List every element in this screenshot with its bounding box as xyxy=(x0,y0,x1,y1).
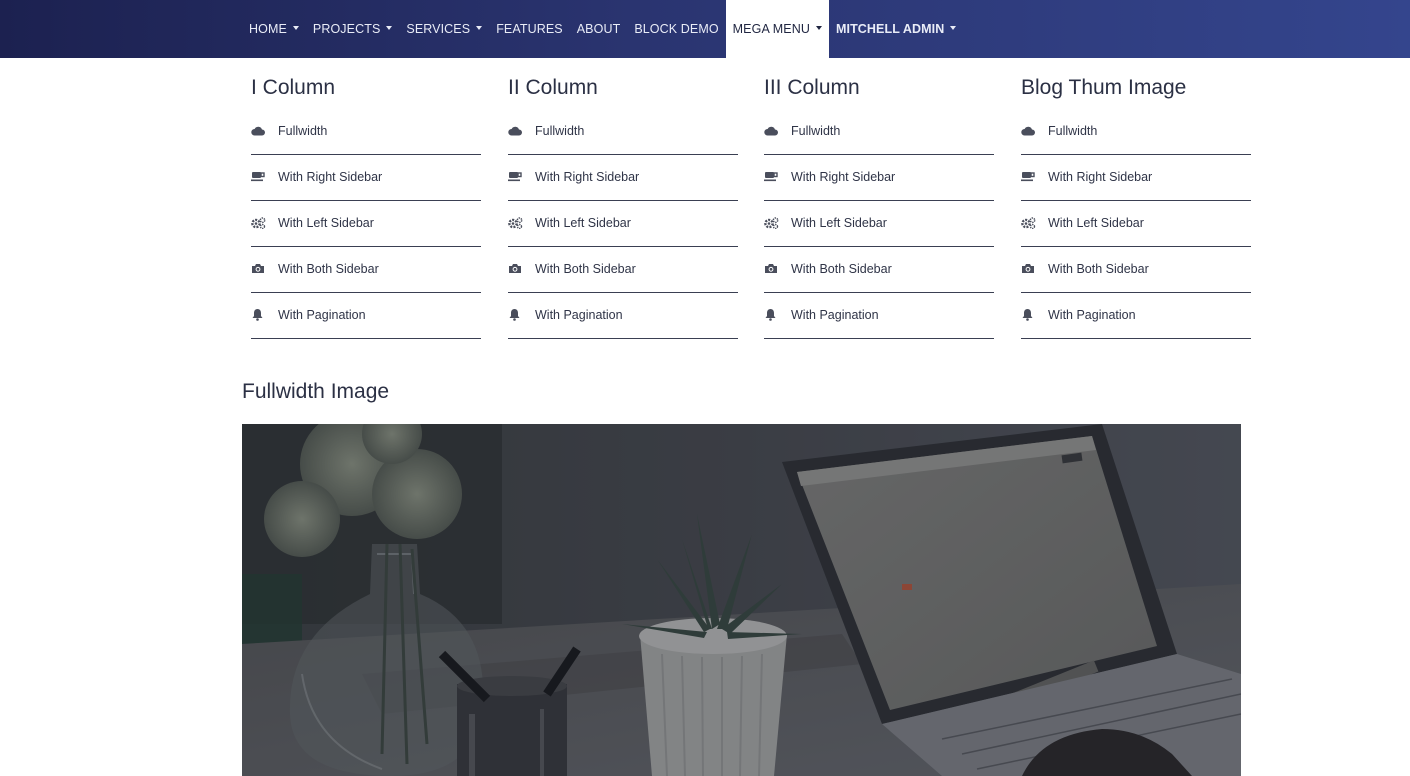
mega-link-left-sidebar[interactable]: With Left Sidebar xyxy=(251,201,481,247)
bell-icon xyxy=(764,308,791,321)
mega-link-both-sidebar[interactable]: With Both Sidebar xyxy=(508,247,738,293)
nav-menu: HOME PROJECTS SERVICES FEATURES ABOUT BL… xyxy=(242,0,963,58)
mega-link-pagination[interactable]: With Pagination xyxy=(508,293,738,339)
mega-link-label: Fullwidth xyxy=(535,123,585,138)
cogs-icon xyxy=(251,216,278,229)
nav-item-label: HOME xyxy=(249,22,287,36)
coffee-icon xyxy=(508,171,535,182)
mega-link-label: With Right Sidebar xyxy=(278,169,383,184)
mega-link-label: With Both Sidebar xyxy=(791,261,892,276)
top-navbar: HOME PROJECTS SERVICES FEATURES ABOUT BL… xyxy=(0,0,1410,58)
mega-link-label: Fullwidth xyxy=(791,123,841,138)
bell-icon xyxy=(251,308,278,321)
mega-link-label: With Pagination xyxy=(278,307,366,322)
mega-link-label: With Left Sidebar xyxy=(1048,215,1144,230)
mega-link-right-sidebar[interactable]: With Right Sidebar xyxy=(764,155,994,201)
caret-down-icon xyxy=(386,26,393,30)
camera-icon xyxy=(1021,263,1048,274)
cloud-icon xyxy=(508,126,535,136)
mega-link-left-sidebar[interactable]: With Left Sidebar xyxy=(764,201,994,247)
mega-link-fullwidth[interactable]: Fullwidth xyxy=(251,109,481,155)
cogs-icon xyxy=(1021,216,1048,229)
mega-link-right-sidebar[interactable]: With Right Sidebar xyxy=(1021,155,1251,201)
mega-link-label: With Both Sidebar xyxy=(1048,261,1149,276)
nav-item-user-menu[interactable]: MITCHELL ADMIN xyxy=(829,0,963,58)
section-title: Fullwidth Image xyxy=(242,380,390,403)
nav-item-mega-menu[interactable]: MEGA MENU xyxy=(725,0,829,58)
nav-item-about[interactable]: ABOUT xyxy=(570,0,628,58)
coffee-icon xyxy=(764,171,791,182)
mega-column-title: II Column xyxy=(508,76,598,99)
nav-item-projects[interactable]: PROJECTS xyxy=(306,0,399,58)
mega-menu-dropdown: I Column Fullwidth With Right Sidebar Wi… xyxy=(251,58,1251,348)
caret-down-icon xyxy=(950,26,957,30)
mega-link-right-sidebar[interactable]: With Right Sidebar xyxy=(508,155,738,201)
cloud-icon xyxy=(1021,126,1048,136)
mega-link-label: Fullwidth xyxy=(278,123,328,138)
mega-link-left-sidebar[interactable]: With Left Sidebar xyxy=(508,201,738,247)
mega-link-label: With Right Sidebar xyxy=(1048,169,1153,184)
caret-down-icon xyxy=(292,26,299,30)
cogs-icon xyxy=(764,216,791,229)
mega-link-label: Fullwidth xyxy=(1048,123,1098,138)
mega-link-left-sidebar[interactable]: With Left Sidebar xyxy=(1021,201,1251,247)
coffee-icon xyxy=(1021,171,1048,182)
nav-item-features[interactable]: FEATURES xyxy=(489,0,570,58)
coffee-icon xyxy=(251,171,278,182)
bell-icon xyxy=(508,308,535,321)
mega-column-links: Fullwidth With Right Sidebar With Left S… xyxy=(764,109,994,339)
camera-icon xyxy=(764,263,791,274)
mega-link-label: With Left Sidebar xyxy=(791,215,887,230)
mega-column-links: Fullwidth With Right Sidebar With Left S… xyxy=(251,109,481,339)
mega-column-title: III Column xyxy=(764,76,860,99)
nav-item-label: BLOCK DEMO xyxy=(634,22,719,36)
mega-link-both-sidebar[interactable]: With Both Sidebar xyxy=(1021,247,1251,293)
mega-column-title: I Column xyxy=(251,76,336,99)
mega-link-right-sidebar[interactable]: With Right Sidebar xyxy=(251,155,481,201)
mega-link-label: With Left Sidebar xyxy=(278,215,374,230)
camera-icon xyxy=(251,263,278,274)
mega-link-fullwidth[interactable]: Fullwidth xyxy=(508,109,738,155)
nav-item-label: MITCHELL ADMIN xyxy=(835,22,945,36)
nav-item-label: SERVICES xyxy=(406,22,471,36)
mega-link-label: With Pagination xyxy=(791,307,879,322)
nav-item-label: MEGA MENU xyxy=(732,22,810,36)
nav-item-label: PROJECTS xyxy=(312,22,381,36)
mega-link-fullwidth[interactable]: Fullwidth xyxy=(764,109,994,155)
cloud-icon xyxy=(764,126,791,136)
mega-link-pagination[interactable]: With Pagination xyxy=(764,293,994,339)
mega-link-both-sidebar[interactable]: With Both Sidebar xyxy=(764,247,994,293)
caret-down-icon xyxy=(476,26,483,30)
mega-column-links: Fullwidth With Right Sidebar With Left S… xyxy=(1021,109,1251,339)
mega-link-fullwidth[interactable]: Fullwidth xyxy=(1021,109,1251,155)
caret-down-icon xyxy=(815,26,822,30)
mega-link-pagination[interactable]: With Pagination xyxy=(1021,293,1251,339)
mega-link-both-sidebar[interactable]: With Both Sidebar xyxy=(251,247,481,293)
nav-item-home[interactable]: HOME xyxy=(242,0,306,58)
fullwidth-hero-image xyxy=(242,424,1241,776)
bell-icon xyxy=(1021,308,1048,321)
mega-link-label: With Left Sidebar xyxy=(535,215,631,230)
mega-link-label: With Pagination xyxy=(1048,307,1136,322)
desk-laptop-photo xyxy=(242,424,1241,776)
nav-item-label: FEATURES xyxy=(496,22,563,36)
mega-link-label: With Both Sidebar xyxy=(535,261,636,276)
cogs-icon xyxy=(508,216,535,229)
mega-link-label: With Pagination xyxy=(535,307,623,322)
camera-icon xyxy=(508,263,535,274)
nav-item-block-demo[interactable]: BLOCK DEMO xyxy=(627,0,725,58)
nav-item-label: ABOUT xyxy=(576,22,621,36)
mega-link-pagination[interactable]: With Pagination xyxy=(251,293,481,339)
mega-link-label: With Right Sidebar xyxy=(791,169,896,184)
mega-column-title: Blog Thum Image xyxy=(1021,76,1187,99)
mega-link-label: With Right Sidebar xyxy=(535,169,640,184)
nav-item-services[interactable]: SERVICES xyxy=(399,0,489,58)
mega-link-label: With Both Sidebar xyxy=(278,261,379,276)
mega-column-links: Fullwidth With Right Sidebar With Left S… xyxy=(508,109,738,339)
cloud-icon xyxy=(251,126,278,136)
